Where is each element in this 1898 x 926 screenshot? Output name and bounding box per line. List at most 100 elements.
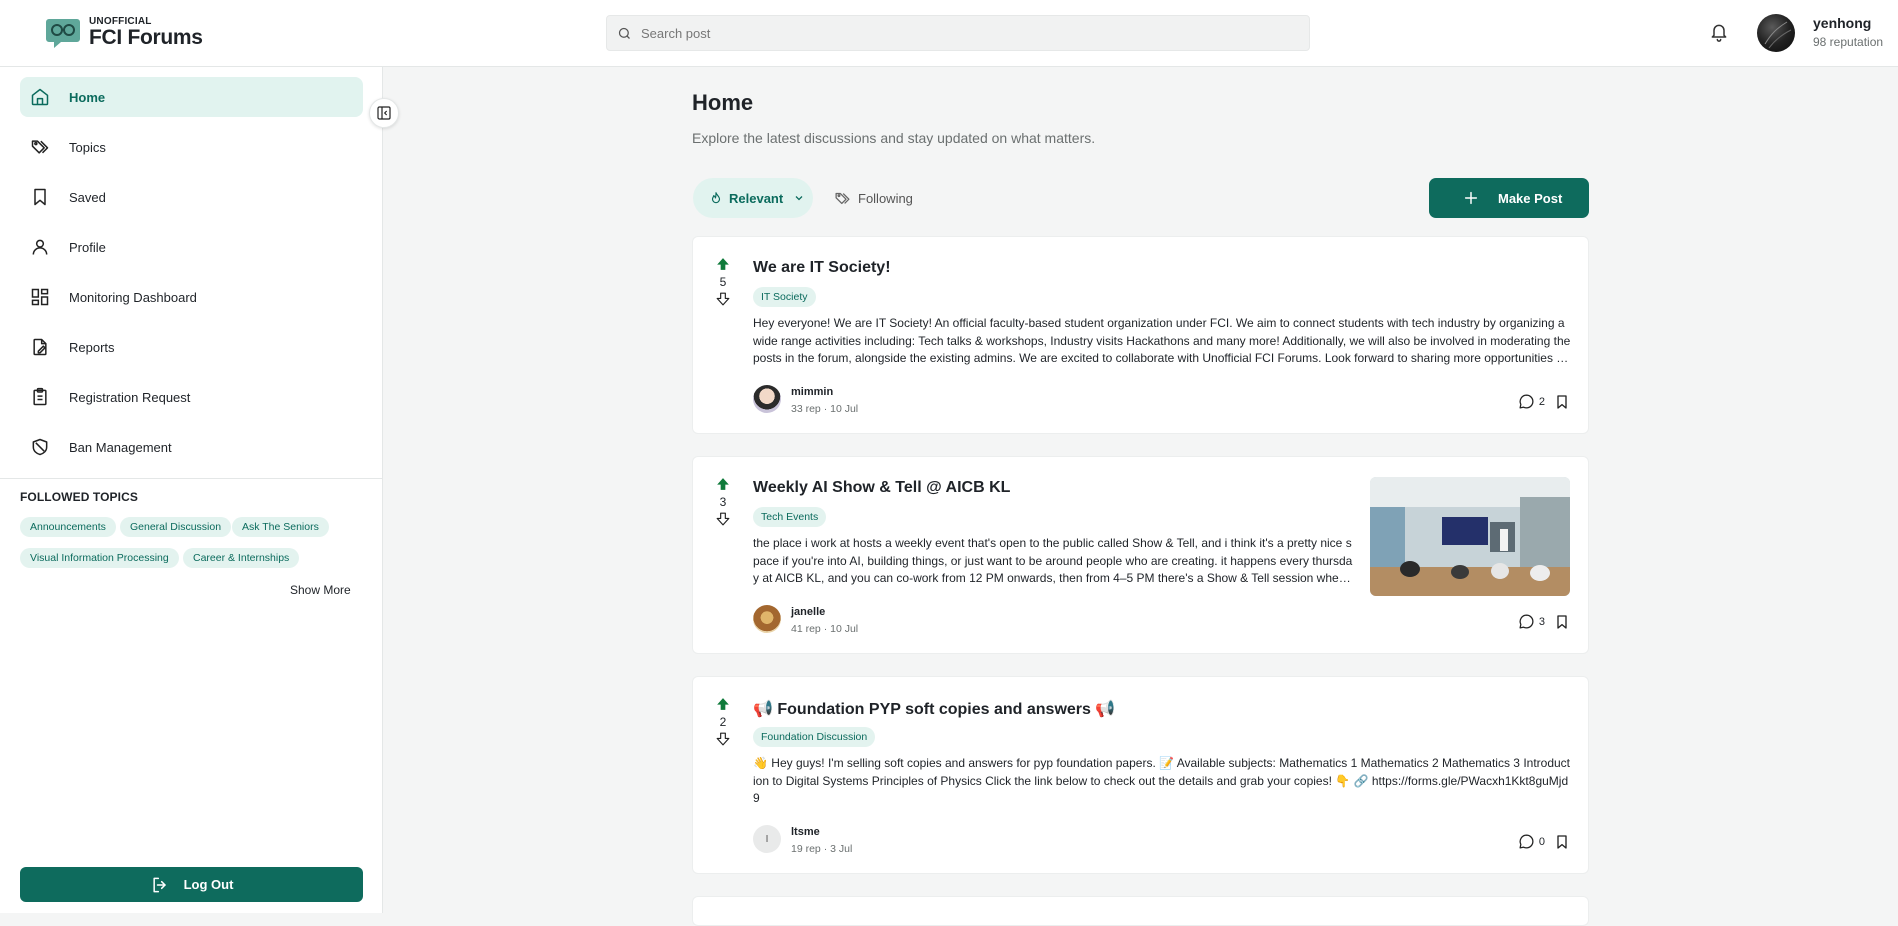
search-bar xyxy=(606,15,1310,51)
logo-title: FCI Forums xyxy=(89,25,203,49)
app-logo[interactable]: UNOFFICIAL FCI Forums xyxy=(46,15,203,49)
post-actions: 2 xyxy=(1518,393,1570,410)
sidebar-item-label: Registration Request xyxy=(69,389,191,405)
user-avatar[interactable] xyxy=(1757,14,1795,52)
sidebar-item-saved[interactable]: Saved xyxy=(20,177,363,217)
post-body: Hey everyone! We are IT Society! An offi… xyxy=(753,316,1571,365)
following-label: Following xyxy=(858,191,913,206)
vote-count: 2 xyxy=(719,715,727,729)
chevron-down-icon xyxy=(795,196,803,201)
post-title[interactable]: Weekly AI Show & Tell @ AICB KL xyxy=(753,479,1010,497)
sidebar-item-profile[interactable]: Profile xyxy=(20,227,363,267)
author-name[interactable]: ltsme xyxy=(791,826,820,838)
post-card[interactable]: 2 📢 Foundation PYP soft copies and answe… xyxy=(692,676,1589,874)
upvote-arrow-icon[interactable] xyxy=(716,697,730,711)
sidebar-item-registration-request[interactable]: Registration Request xyxy=(20,377,363,417)
comment-icon[interactable] xyxy=(1518,393,1535,410)
author-reputation: 41 rep xyxy=(791,623,821,635)
downvote-arrow-icon[interactable] xyxy=(716,512,730,526)
plus-icon xyxy=(1464,191,1478,205)
post-card[interactable] xyxy=(692,896,1589,926)
sidebar-item-label: Saved xyxy=(69,189,106,205)
author-avatar[interactable] xyxy=(753,385,781,413)
sidebar-item-ban-management[interactable]: Ban Management xyxy=(20,427,363,467)
post-tag[interactable]: Foundation Discussion xyxy=(753,727,876,747)
author-meta: 19 rep · 3 Jul xyxy=(791,843,853,855)
user-name[interactable]: yenhong xyxy=(1813,15,1871,31)
sidebar-item-monitoring-dashboard[interactable]: Monitoring Dashboard xyxy=(20,277,363,317)
user-icon xyxy=(32,239,48,255)
post-tag[interactable]: IT Society xyxy=(753,287,816,307)
post-date: 10 Jul xyxy=(830,403,859,415)
author-reputation: 19 rep xyxy=(791,843,821,855)
author-meta: 33 rep · 10 Jul xyxy=(791,403,859,415)
author-name[interactable]: mimmin xyxy=(791,386,833,398)
post-card[interactable]: 5 We are IT Society! IT Society Hey ever… xyxy=(692,236,1589,434)
tags-icon xyxy=(835,192,850,205)
sidebar-item-label: Monitoring Dashboard xyxy=(69,289,197,305)
post-title[interactable]: We are IT Society! xyxy=(753,259,891,277)
page-subtitle: Explore the latest discussions and stay … xyxy=(692,130,1096,146)
followed-topic-chip[interactable]: General Discussion xyxy=(120,517,232,537)
post-image[interactable] xyxy=(1370,477,1570,596)
collapse-sidebar-button[interactable] xyxy=(369,98,399,128)
downvote-arrow-icon[interactable] xyxy=(716,292,730,306)
make-post-button[interactable]: Make Post xyxy=(1429,178,1589,218)
bookmark-icon[interactable] xyxy=(1554,614,1570,630)
logo-subtitle: UNOFFICIAL xyxy=(89,15,152,27)
author-avatar[interactable]: I xyxy=(753,825,781,853)
logo-glasses-icon xyxy=(46,19,80,48)
vote-count: 5 xyxy=(719,275,727,289)
author-reputation: 33 rep xyxy=(791,403,821,415)
sidebar-item-topics[interactable]: Topics xyxy=(20,127,363,167)
post-date: 3 Jul xyxy=(830,843,853,855)
author-name[interactable]: janelle xyxy=(791,606,825,618)
make-post-label: Make Post xyxy=(1498,190,1563,206)
post-tag[interactable]: Tech Events xyxy=(753,507,827,527)
search-icon xyxy=(618,27,630,39)
report-icon xyxy=(33,338,47,356)
followed-topic-chip[interactable]: Announcements xyxy=(20,517,116,537)
bookmark-icon[interactable] xyxy=(1554,834,1570,850)
notification-bell-icon[interactable] xyxy=(1709,22,1729,42)
comment-count: 0 xyxy=(1538,835,1545,848)
followed-topic-chip[interactable]: Visual Information Processing xyxy=(20,548,179,568)
post-date: 10 Jul xyxy=(830,623,859,635)
post-card[interactable]: 3 Weekly AI Show & Tell @ AICB KL Tech E… xyxy=(692,456,1589,654)
followed-topic-chip[interactable]: Ask The Seniors xyxy=(232,517,329,537)
logout-icon xyxy=(152,877,166,892)
followed-topics-heading: FOLLOWED TOPICS xyxy=(20,490,138,504)
comment-icon[interactable] xyxy=(1518,613,1535,630)
comment-icon[interactable] xyxy=(1518,833,1535,850)
sidebar-item-reports[interactable]: Reports xyxy=(20,327,363,367)
shield-ban-icon xyxy=(32,438,48,456)
show-more-link[interactable]: Show More xyxy=(290,583,351,597)
home-icon xyxy=(31,88,49,106)
sort-label: Relevant xyxy=(729,190,784,206)
upvote-arrow-icon[interactable] xyxy=(716,257,730,271)
sidebar-collapse-icon xyxy=(377,106,391,120)
flame-icon xyxy=(711,192,721,204)
post-title[interactable]: 📢 Foundation PYP soft copies and answers… xyxy=(753,699,1115,719)
author-avatar[interactable] xyxy=(753,605,781,633)
bookmark-icon xyxy=(34,188,46,206)
upvote-arrow-icon[interactable] xyxy=(716,477,730,491)
bookmark-icon[interactable] xyxy=(1554,394,1570,410)
vote-control: 2 xyxy=(715,697,731,746)
post-actions: 3 xyxy=(1518,613,1570,630)
search-input[interactable] xyxy=(641,25,1281,41)
following-filter[interactable]: Following xyxy=(834,190,913,207)
top-header: UNOFFICIAL FCI Forums yenhong 98 reputat… xyxy=(0,0,1898,67)
user-reputation: 98 reputation xyxy=(1813,35,1884,49)
sidebar-item-label: Profile xyxy=(69,239,106,255)
logout-button[interactable]: Log Out xyxy=(20,867,363,902)
downvote-arrow-icon[interactable] xyxy=(716,732,730,746)
post-body: the place i work at hosts a weekly event… xyxy=(753,536,1353,585)
clipboard-icon xyxy=(33,387,47,406)
author-meta: 41 rep · 10 Jul xyxy=(791,623,859,635)
sidebar-item-home[interactable]: Home xyxy=(20,77,363,117)
sort-dropdown[interactable]: Relevant xyxy=(693,178,813,218)
post-actions: 0 xyxy=(1518,833,1570,850)
comment-count: 3 xyxy=(1538,615,1545,628)
followed-topic-chip[interactable]: Career & Internships xyxy=(183,548,300,568)
